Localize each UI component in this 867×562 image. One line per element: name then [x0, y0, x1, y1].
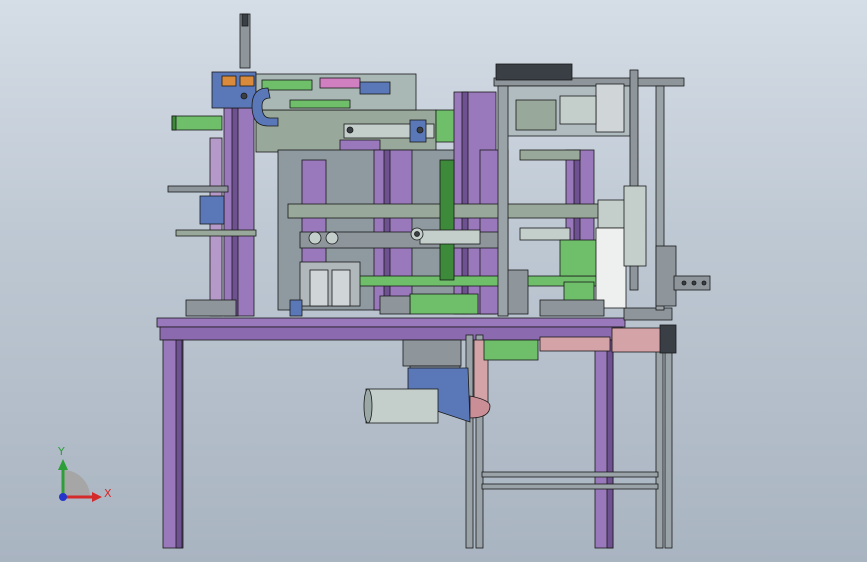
- model-part: [346, 126, 354, 134]
- model-part: [419, 229, 481, 245]
- model-part: [289, 99, 351, 109]
- triad-y-label: Y: [57, 445, 65, 458]
- triad-z-axis: [59, 493, 67, 501]
- model-part: [611, 327, 669, 353]
- base-frame: [156, 317, 626, 549]
- model-part: [465, 334, 474, 549]
- model-part: [171, 115, 177, 131]
- blue-cylinder: [199, 195, 225, 225]
- model-part: [481, 483, 659, 490]
- model-part: [299, 261, 361, 307]
- model-part: [595, 83, 625, 133]
- model-part: [623, 185, 647, 267]
- model-part: [435, 109, 457, 143]
- model-part: [175, 229, 257, 237]
- model-part: [681, 280, 687, 286]
- model-part: [495, 63, 573, 81]
- model-part: [414, 231, 420, 237]
- model-part: [515, 99, 557, 131]
- model-part: [655, 337, 664, 549]
- model-part: [363, 388, 373, 424]
- model-part: [655, 245, 677, 307]
- under-table-drive: [363, 324, 677, 424]
- triad-xy-quadrant: [63, 470, 90, 497]
- model-part: [92, 492, 102, 502]
- orientation-triad: Y X: [57, 445, 112, 502]
- model-part: [664, 337, 673, 549]
- model-part: [175, 339, 183, 549]
- purple-column-main: [223, 107, 255, 317]
- model-part: [379, 295, 411, 315]
- model-part: [659, 324, 677, 354]
- model-part: [416, 126, 424, 134]
- model-part: [559, 95, 597, 125]
- green-gear-block: [483, 339, 539, 361]
- model-part: [241, 13, 249, 27]
- model-part: [325, 231, 339, 245]
- cad-viewport[interactable]: Y X: [0, 0, 867, 562]
- table-top-plate: [156, 317, 626, 328]
- model-part: [261, 79, 313, 91]
- model-part: [308, 231, 322, 245]
- model-part: [606, 339, 614, 549]
- model-part: [309, 269, 329, 307]
- right-white-panel: [595, 227, 627, 309]
- model-part: [58, 459, 68, 470]
- green-arm: [171, 115, 223, 131]
- model-part: [319, 77, 361, 89]
- model-part: [623, 307, 673, 321]
- model-part: [701, 280, 707, 286]
- model-part: [331, 269, 351, 307]
- model-part: [691, 280, 697, 286]
- model-part: [439, 159, 455, 281]
- model-part: [231, 107, 239, 317]
- model-part: [519, 227, 571, 241]
- model-part: [156, 13, 711, 549]
- model-part: [481, 471, 659, 478]
- left-column-assembly: [167, 13, 257, 317]
- model-part: [240, 92, 248, 100]
- model-part: [359, 81, 391, 95]
- gray-bracket: [167, 185, 229, 193]
- right-post-1: [497, 85, 509, 317]
- green-hub: [409, 293, 479, 315]
- lower-green-plate: [357, 275, 599, 287]
- triad-x-label: X: [104, 487, 112, 500]
- model-part: [539, 299, 605, 317]
- pink-shaft: [539, 336, 611, 352]
- model-part: [239, 75, 255, 87]
- machine-assembly-model[interactable]: Y X: [0, 0, 867, 562]
- model-part: [185, 299, 237, 317]
- model-part: [209, 137, 223, 317]
- model-part: [519, 149, 581, 161]
- model-part: [289, 299, 303, 317]
- model-part: [221, 75, 237, 87]
- model-part: [597, 199, 629, 229]
- motor-gearbox: [402, 339, 462, 367]
- motor-body: [365, 388, 439, 424]
